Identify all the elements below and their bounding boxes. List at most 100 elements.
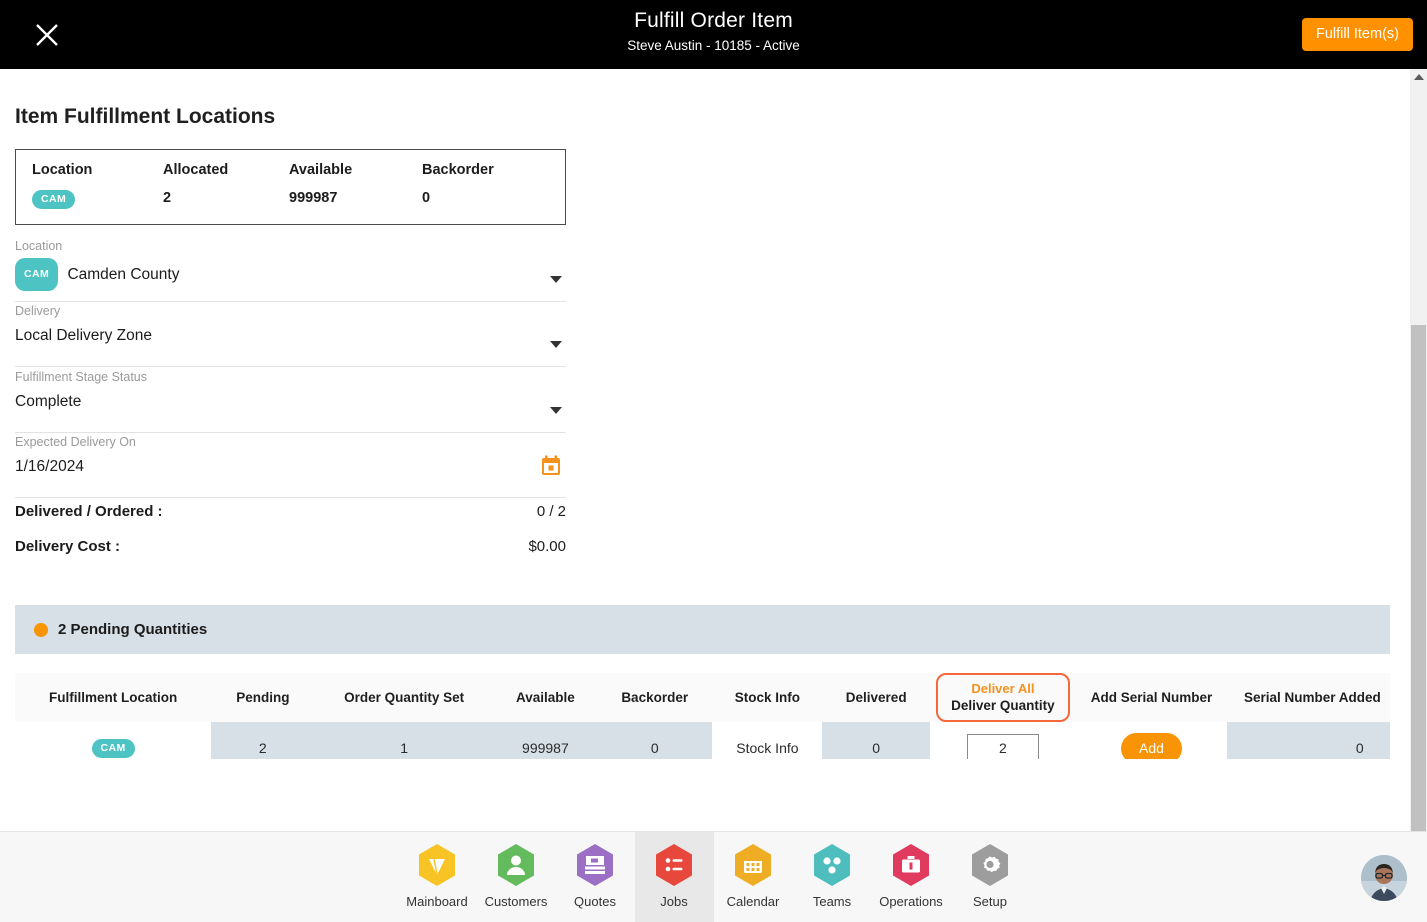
location-field-text: Camden County [67, 265, 180, 283]
nav-label-customers: Customers [484, 894, 548, 909]
col-stock-info[interactable]: Stock Info [712, 673, 822, 722]
summary-header-allocated: Allocated [163, 162, 229, 178]
page-title: Fulfill Order Item [634, 9, 793, 32]
avatar[interactable] [1361, 855, 1407, 901]
col-add-serial-number[interactable]: Add Serial Number [1076, 673, 1227, 722]
nav-item-operations[interactable]: Operations [872, 832, 951, 922]
nav-label-mainboard: Mainboard [406, 894, 468, 909]
page-content: Item Fulfillment Locations Location Allo… [0, 69, 1410, 831]
operations-icon [893, 844, 929, 886]
cell-fulfillment-location: CAM [15, 722, 211, 759]
cell-available: 999987 [493, 722, 597, 759]
deliver-quantity-input[interactable] [966, 734, 1039, 759]
setup-icon [972, 844, 1008, 886]
table-row: CAM 2 1 999987 0 Stock Info 0 Add [15, 722, 1390, 759]
nav-label-jobs: Jobs [660, 894, 688, 909]
deliver-quantity-label: Deliver Quantity [951, 698, 1055, 713]
delivery-cost-row: Delivery Cost : $0.00 [15, 538, 566, 555]
scroll-up-arrow-icon[interactable] [1414, 74, 1424, 80]
nav-label-operations: Operations [879, 894, 943, 909]
col-delivered[interactable]: Delivered [822, 673, 930, 722]
fulfillment-table: Fulfillment Location Pending Order Quant… [15, 673, 1390, 759]
mainboard-icon [419, 844, 455, 886]
bottom-nav-items: Mainboard Customers Quotes Jobs Calendar… [0, 832, 1427, 922]
jobs-icon [656, 844, 692, 886]
location-field-label: Location [15, 239, 63, 253]
fulfill-items-button[interactable]: Fulfill Item(s) [1302, 18, 1413, 51]
row-location-badge: CAM [91, 738, 135, 758]
pending-quantities-bar: 2 Pending Quantities [15, 605, 1390, 654]
delivery-field-label: Delivery [15, 304, 61, 318]
cell-pending: 2 [211, 722, 315, 759]
summary-header-backorder: Backorder [422, 162, 494, 178]
summary-header-location: Location [32, 162, 93, 178]
nav-item-jobs[interactable]: Jobs [634, 832, 714, 922]
chevron-down-icon[interactable] [550, 341, 562, 348]
deliver-quantity-highlight[interactable]: Deliver All Deliver Quantity [936, 673, 1070, 722]
teams-icon [814, 844, 850, 886]
fulfillment-stage-status-field[interactable]: Fulfillment Stage Status Complete [15, 368, 566, 433]
nav-item-teams[interactable]: Teams [793, 832, 872, 922]
bottom-navigation-bar: Mainboard Customers Quotes Jobs Calendar… [0, 831, 1427, 922]
col-order-quantity-set[interactable]: Order Quantity Set [314, 673, 493, 722]
section-title: Item Fulfillment Locations [15, 105, 276, 128]
expected-delivery-on-value: 1/16/2024 [15, 458, 84, 475]
col-serial-number-added[interactable]: Serial Number Added [1227, 673, 1390, 722]
location-badge: CAM [32, 190, 76, 209]
calendar-icon[interactable] [539, 454, 563, 483]
cell-order-quantity-set: 1 [314, 722, 494, 759]
add-serial-number-button[interactable]: Add [1121, 732, 1182, 759]
nav-item-customers[interactable]: Customers [477, 832, 556, 922]
vertical-scrollbar-thumb[interactable] [1411, 325, 1426, 831]
delivery-field[interactable]: Delivery Local Delivery Zone [15, 302, 566, 367]
chevron-down-icon[interactable] [550, 407, 562, 414]
col-deliver-quantity[interactable]: Deliver All Deliver Quantity [930, 673, 1076, 722]
location-summary-card: Location Allocated Available Backorder C… [15, 149, 566, 225]
vertical-scrollbar[interactable] [1410, 69, 1427, 831]
cell-backorder: 0 [596, 722, 713, 759]
nav-label-calendar: Calendar [726, 894, 780, 909]
summary-header-available: Available [289, 162, 353, 178]
nav-item-quotes[interactable]: Quotes [556, 832, 635, 922]
expected-delivery-on-field[interactable]: Expected Delivery On 1/16/2024 [15, 433, 566, 498]
expected-delivery-on-label: Expected Delivery On [15, 435, 136, 449]
col-available[interactable]: Available [494, 673, 597, 722]
summary-value-backorder: 0 [422, 190, 431, 206]
status-dot-icon [34, 622, 48, 637]
nav-item-calendar[interactable]: Calendar [714, 832, 793, 922]
pending-quantities-label: 2 Pending Quantities [58, 621, 208, 638]
cell-add-serial-number[interactable]: Add [1076, 722, 1227, 759]
col-pending[interactable]: Pending [211, 673, 314, 722]
table-header-row: Fulfillment Location Pending Order Quant… [15, 673, 1390, 722]
col-fulfillment-location[interactable]: Fulfillment Location [15, 673, 211, 722]
nav-item-mainboard[interactable]: Mainboard [398, 832, 477, 922]
summary-value-allocated: 2 [163, 190, 172, 206]
cell-deliver-quantity[interactable] [930, 722, 1076, 759]
nav-item-setup[interactable]: Setup [951, 832, 1030, 922]
page-subtitle: Steve Austin - 10185 - Active [627, 38, 800, 53]
col-backorder[interactable]: Backorder [597, 673, 713, 722]
nav-label-quotes: Quotes [574, 894, 616, 909]
calendar-icon [735, 844, 771, 886]
fulfillment-stage-status-value: Complete [15, 393, 82, 410]
delivery-cost-value: $0.00 [528, 538, 566, 555]
delivered-ordered-label: Delivered / Ordered : [15, 503, 163, 520]
fulfillment-stage-status-label: Fulfillment Stage Status [15, 370, 148, 384]
cell-delivered: 0 [822, 722, 931, 759]
quotes-icon [577, 844, 613, 886]
delivery-field-value: Local Delivery Zone [15, 327, 152, 344]
header-titles: Fulfill Order Item Steve Austin - 10185 … [0, 7, 1427, 56]
delivered-ordered-row: Delivered / Ordered : 0 / 2 [15, 503, 566, 520]
location-field-value: CAM Camden County [15, 255, 566, 291]
nav-label-teams: Teams [812, 894, 852, 909]
location-field[interactable]: Location CAM Camden County [15, 237, 566, 302]
nav-label-setup: Setup [973, 894, 1007, 909]
top-header-bar: Fulfill Order Item Steve Austin - 10185 … [0, 0, 1427, 69]
summary-value-location: CAM [32, 178, 163, 209]
stock-info-link[interactable]: Stock Info [712, 722, 822, 759]
delivery-cost-label: Delivery Cost : [15, 538, 121, 555]
chevron-down-icon[interactable] [550, 276, 562, 283]
deliver-all-link[interactable]: Deliver All [942, 680, 1064, 697]
customers-icon [498, 844, 534, 886]
cell-serial-number-added: 0 [1227, 722, 1390, 759]
